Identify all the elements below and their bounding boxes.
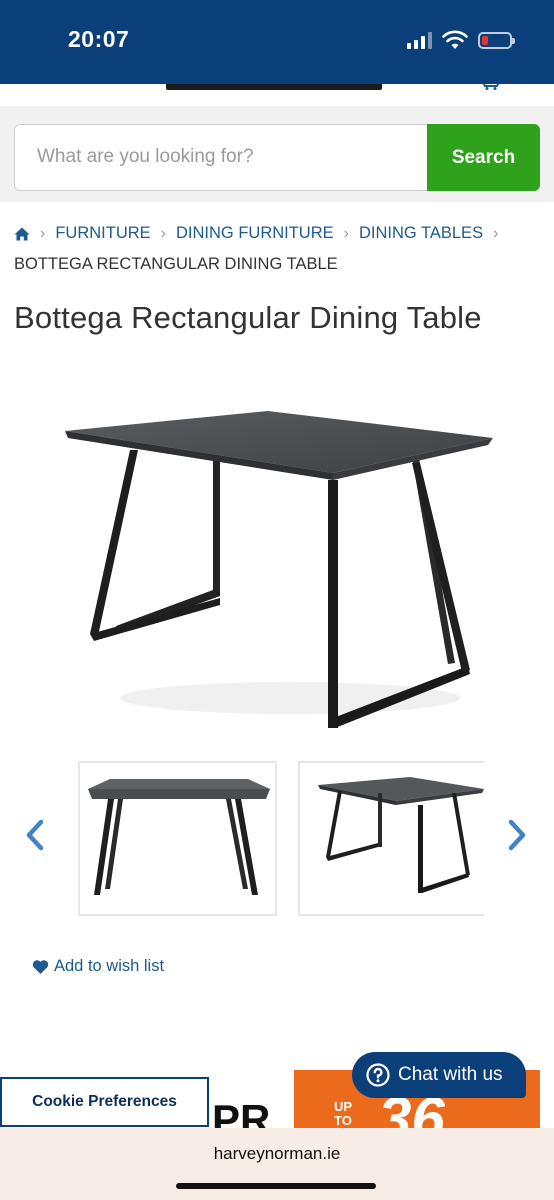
home-icon[interactable] xyxy=(14,226,30,242)
chevron-right-icon: › xyxy=(40,225,46,242)
chevron-left-icon[interactable] xyxy=(22,818,48,852)
home-indicator xyxy=(176,1183,376,1189)
search-button[interactable]: Search xyxy=(427,124,540,191)
heart-icon xyxy=(32,959,49,974)
site-header xyxy=(0,84,554,106)
thumbnail-carousel xyxy=(0,758,554,920)
breadcrumb-current: BOTTEGA RECTANGULAR DINING TABLE xyxy=(14,255,338,273)
breadcrumb-dining-furniture[interactable]: DINING FURNITURE xyxy=(176,218,334,249)
search-bar: What are you looking for? Search xyxy=(0,106,554,202)
add-to-wishlist-link[interactable]: Add to wish list xyxy=(32,957,164,976)
battery-icon xyxy=(478,31,515,49)
promo-small-text: UP TO xyxy=(334,1099,353,1128)
cart-icon[interactable] xyxy=(480,84,502,90)
breadcrumb-furniture[interactable]: FURNITURE xyxy=(55,218,150,249)
breadcrumb-dining-tables[interactable]: DINING TABLES xyxy=(359,218,483,249)
help-icon xyxy=(366,1063,390,1087)
chevron-right-icon: › xyxy=(160,225,166,242)
status-bar: 20:07 xyxy=(0,0,554,84)
breadcrumb: › FURNITURE › DINING FURNITURE › DINING … xyxy=(14,218,544,280)
thumbnail-1[interactable] xyxy=(78,761,277,916)
chevron-right-icon: › xyxy=(493,225,499,242)
product-title: Bottega Rectangular Dining Table xyxy=(14,300,482,335)
promo-big-text: PR xyxy=(212,1096,271,1128)
chat-with-us-button[interactable]: Chat with us xyxy=(352,1052,526,1098)
search-input[interactable]: What are you looking for? xyxy=(14,124,428,191)
status-icons xyxy=(407,30,515,50)
chat-label: Chat with us xyxy=(398,1064,503,1085)
cookie-preferences-button[interactable]: Cookie Preferences xyxy=(0,1077,209,1127)
thumbnail-2[interactable] xyxy=(298,761,484,916)
address-domain: harveynorman.ie xyxy=(213,1144,341,1163)
browser-address-bar[interactable]: harveynorman.ie xyxy=(0,1128,554,1200)
status-time: 20:07 xyxy=(68,26,130,52)
product-main-image[interactable] xyxy=(60,398,500,738)
wishlist-label: Add to wish list xyxy=(54,957,165,975)
wifi-icon xyxy=(442,30,468,49)
signal-icon xyxy=(407,31,432,49)
chevron-right-icon: › xyxy=(343,225,349,242)
chevron-right-icon[interactable] xyxy=(504,818,530,852)
